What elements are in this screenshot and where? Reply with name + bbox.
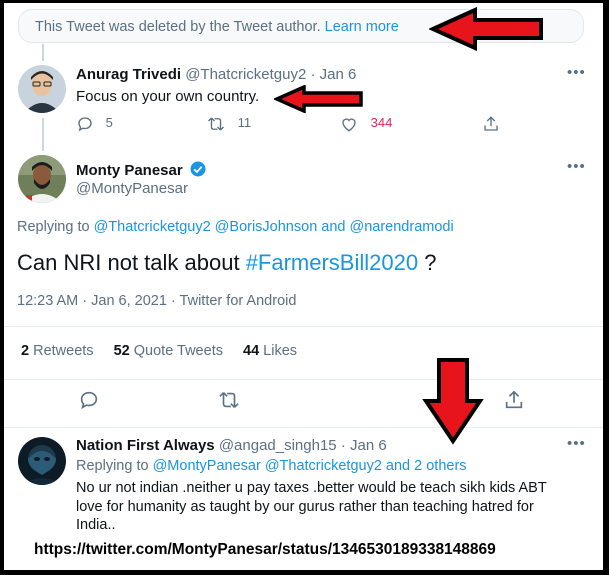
tweet-text: No ur not indian .neither u pay taxes .b… [76, 480, 547, 533]
share-icon [484, 116, 498, 131]
more-options-icon[interactable]: ••• [567, 64, 586, 81]
tweet-text: Focus on your own country. [76, 88, 260, 105]
hashtag-link[interactable]: #FarmersBill2020 [246, 250, 418, 275]
avatar[interactable] [18, 65, 66, 113]
like-button[interactable]: 344 [339, 115, 392, 133]
red-arrow-left-icon [274, 85, 363, 113]
screenshot-frame: This Tweet was deleted by the Tweet auth… [4, 3, 603, 570]
display-name[interactable]: Nation First Always [76, 437, 215, 454]
like-count: 344 [370, 115, 393, 131]
tweet-stats: 2 Retweets 52 Quote Tweets 44 Likes [21, 343, 297, 359]
tweet-date[interactable]: · Jan 6 [310, 66, 356, 83]
quote-tweets-stat[interactable]: 52 Quote Tweets [114, 343, 223, 359]
heart-icon [342, 118, 356, 132]
display-name[interactable]: Anurag Trivedi [76, 66, 181, 83]
avatar[interactable] [18, 437, 66, 485]
tweet-date[interactable]: · Jan 6 [341, 437, 387, 454]
red-arrow-left-icon [429, 7, 543, 51]
tweet-timestamp[interactable]: 12:23 AM · Jan 6, 2021 · Twitter for And… [17, 293, 296, 309]
share-icon [505, 390, 523, 409]
retweet-count: 11 [237, 115, 252, 131]
user-handle[interactable]: @angad_singh15 [219, 437, 337, 454]
retweet-button[interactable]: 11 [206, 115, 251, 133]
avatar[interactable] [18, 155, 66, 203]
more-options-icon[interactable]: ••• [567, 435, 586, 452]
replying-to-users[interactable]: @Thatcricketguy2 @BorisJohnson and @nare… [94, 219, 454, 235]
reply-icon [80, 391, 98, 410]
retweet-icon [219, 392, 239, 408]
tweet-text: Can NRI not talk about [17, 250, 246, 275]
caption-url: https://twitter.com/MontyPanesar/status/… [34, 541, 496, 558]
replying-to-label: Replying to [76, 458, 149, 474]
user-handle[interactable]: @Thatcricketguy2 [185, 66, 306, 83]
reply-icon [78, 117, 92, 132]
retweet-icon [208, 117, 224, 131]
reply-button[interactable] [78, 389, 100, 411]
reply-button[interactable]: 5 [76, 115, 113, 133]
deleted-notice-text: This Tweet was deleted by the Tweet auth… [35, 19, 321, 35]
divider [4, 326, 603, 327]
share-button[interactable] [482, 115, 500, 133]
red-arrow-down-icon [422, 358, 484, 445]
main-tweet-text: Can NRI not talk about #FarmersBill2020 … [17, 250, 436, 276]
divider [4, 427, 603, 428]
likes-stat[interactable]: 44 Likes [243, 343, 297, 359]
retweets-stat[interactable]: 2 Retweets [21, 343, 94, 359]
thread-line [42, 44, 44, 61]
share-button[interactable] [503, 389, 525, 411]
display-name[interactable]: Monty Panesar [76, 162, 183, 179]
thread-line [42, 118, 44, 151]
replying-to-users[interactable]: @MontyPanesar @Thatcricketguy2 and 2 oth… [153, 458, 467, 474]
tweet-text-end: ? [418, 250, 437, 275]
replying-to-line: Replying to @Thatcricketguy2 @BorisJohns… [17, 219, 454, 235]
verified-badge-icon [190, 161, 206, 177]
reply-count: 5 [105, 115, 113, 131]
retweet-button[interactable] [217, 389, 241, 411]
divider [4, 379, 603, 380]
user-handle[interactable]: @MontyPanesar [76, 180, 188, 197]
more-options-icon[interactable]: ••• [567, 158, 586, 175]
replying-to-line: Replying to @MontyPanesar @Thatcricketgu… [76, 458, 467, 474]
replying-to-label: Replying to [17, 219, 90, 235]
learn-more-link[interactable]: Learn more [325, 19, 399, 35]
